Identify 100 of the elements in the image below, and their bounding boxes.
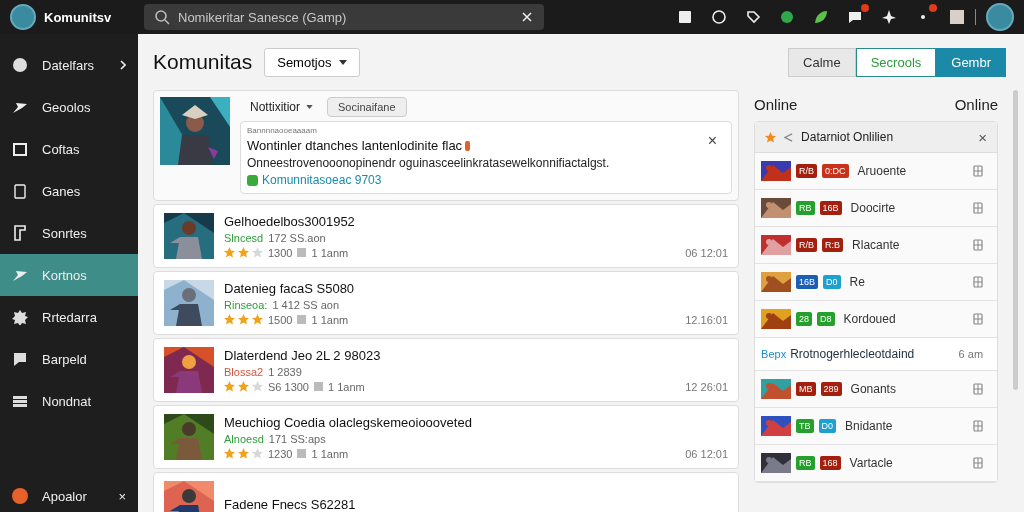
player-name: Aruoente (857, 164, 907, 178)
caret-icon (306, 105, 313, 109)
star-icon (765, 131, 777, 143)
comment-icon (297, 315, 307, 324)
logo-avatar (10, 4, 36, 30)
post-replies: 1 1anm (311, 313, 349, 326)
post-title: Meuchiog Coedia olaclegskemeoioooveted (224, 414, 473, 430)
nav-icon (12, 183, 28, 199)
sidebar-item[interactable]: Rrtedarra (0, 296, 138, 338)
search-field[interactable]: Nomikeritar Sanesce (Gamp) (144, 4, 544, 30)
sidebar-item[interactable]: Geoolos (0, 86, 138, 128)
comment-icon (314, 382, 323, 391)
segment-tab[interactable]: Calme (788, 47, 856, 77)
chevron-icon (120, 60, 126, 70)
nav-icon (12, 309, 28, 325)
user-avatar[interactable] (986, 3, 1014, 31)
rank-tag: 16B (796, 275, 819, 289)
scrollbar-thumb[interactable] (1013, 90, 1018, 390)
player-row[interactable]: RB 168 Vartacle (755, 445, 998, 482)
toolbar-icon[interactable] (881, 9, 897, 25)
player-row[interactable]: 28 D8 Kordoued (755, 301, 998, 338)
sidebar-item[interactable]: Datelfars (0, 44, 138, 86)
post-card[interactable]: Meuchiog Coedia olaclegskemeoioooveted Alnoesd 171 SS:aps 1230 1 1anm 06 12:01 (153, 405, 740, 469)
player-row[interactable]: TB D0 Bnidante (755, 408, 998, 445)
star-icon (224, 448, 235, 459)
post-title: Gelhoedelbos3001952 (224, 213, 356, 229)
post-card[interactable]: Gelhoedelbos3001952 Slncesd 172 SS.aon 1300 1 1anm 06 12:01 (153, 204, 740, 268)
post-title: Dlaterdend Jeo 2L 2 98023 (224, 347, 382, 363)
rank-tag: 16B (819, 201, 842, 215)
close-button[interactable]: × (707, 132, 718, 187)
player-row[interactable]: R/B R:B Rlacante (755, 227, 998, 264)
star-icon (252, 381, 263, 392)
close-button[interactable]: × (978, 128, 988, 146)
sidebar-item[interactable]: Nondnat (0, 380, 138, 422)
segment-tab[interactable]: Gembr (936, 47, 1006, 77)
caret-icon (339, 59, 348, 65)
app-logo: Komunitsv (44, 9, 112, 25)
post-status: Alnoesd (224, 432, 264, 445)
search-icon (154, 9, 170, 25)
post-status: Slncesd (224, 231, 264, 244)
star-icon (238, 314, 249, 325)
player-name: Kordoued (843, 312, 896, 326)
post-card[interactable]: Fadene Fnecs S62281 (153, 472, 740, 512)
sidebar-item[interactable]: Coftas (0, 128, 138, 170)
player-name: Doocirte (850, 201, 896, 215)
post-count: 1500 (268, 313, 293, 326)
toolbar-icon[interactable] (711, 9, 727, 25)
device-icon (973, 457, 984, 469)
toolbar-icon[interactable] (949, 9, 965, 25)
post-title: Fadene Fnecs S62281 (224, 496, 357, 512)
rank-tag: RB (796, 201, 815, 215)
toolbar-icon[interactable] (847, 9, 863, 25)
sort-dropdown[interactable]: Semotjos (264, 47, 361, 77)
player-row[interactable]: 16B D0 Re (755, 264, 998, 301)
filter-button[interactable]: Socinaifane (327, 97, 407, 117)
alert-icon (465, 140, 471, 151)
nav-icon (12, 57, 28, 73)
rank-tag: R/B (796, 238, 818, 252)
community-link[interactable]: Komunnitasoeac 9703 (262, 173, 382, 187)
section-title: Rrotnogerhlecleotdaind (790, 347, 915, 361)
post-count: 1300 (268, 246, 293, 259)
toolbar-icon[interactable] (745, 9, 761, 25)
sidebar-item[interactable]: Sonrtes (0, 212, 138, 254)
toolbar-icon[interactable] (677, 9, 693, 25)
post-meta: 1 412 SS aon (272, 298, 340, 311)
toolbar-icon[interactable] (779, 9, 795, 25)
segment-tab[interactable]: Secrools (855, 47, 937, 77)
player-name: Gonants (850, 382, 896, 396)
player-row[interactable]: RB 16B Doocirte (755, 190, 998, 227)
nav-icon (12, 393, 28, 409)
post-count: 1230 (268, 447, 293, 460)
rank-tag: 168 (819, 456, 841, 470)
device-icon (973, 383, 984, 395)
star-icon (252, 448, 263, 459)
filter-dropdown[interactable]: Nottixitior (250, 100, 313, 114)
device-icon (973, 276, 984, 288)
player-row[interactable]: R/B 0:DC Aruoente (755, 153, 998, 190)
post-meta: 172 SS.aon (268, 231, 326, 244)
sidebar-item[interactable]: Ganes (0, 170, 138, 212)
post-status: Rinseoa: (224, 298, 268, 311)
device-icon (973, 202, 984, 214)
rank-tag: R/B (796, 164, 818, 178)
post-time: 12.16:01 (685, 314, 729, 326)
rank-tag: R:B (822, 238, 844, 252)
clear-icon[interactable] (522, 12, 532, 22)
player-row[interactable]: MB 289 Gonants (755, 371, 998, 408)
toolbar-icon[interactable] (813, 9, 829, 25)
online-heading: Online (954, 96, 999, 113)
player-name: Bnidante (845, 419, 893, 433)
post-card[interactable]: Dlaterdend Jeo 2L 2 98023 Blossa2 1 2839 S6 1300 1 1anm 12 26:01 (153, 338, 740, 402)
device-icon (973, 165, 984, 177)
footer-label[interactable]: Apoalor (42, 488, 105, 504)
rank-tag: D8 (817, 312, 835, 326)
post-count: S6 1300 (268, 380, 309, 393)
device-icon (973, 420, 984, 432)
close-button[interactable]: × (118, 488, 126, 504)
post-card[interactable]: Datenieg facaS S5080 Rinseoa: 1 412 SS aon 1500 1 1anm 12.16:01 (153, 271, 740, 335)
post-replies: 1 1anm (311, 246, 349, 259)
post-time: 06 12:01 (685, 448, 729, 460)
sidebar-item[interactable]: Barpeld (0, 338, 138, 380)
